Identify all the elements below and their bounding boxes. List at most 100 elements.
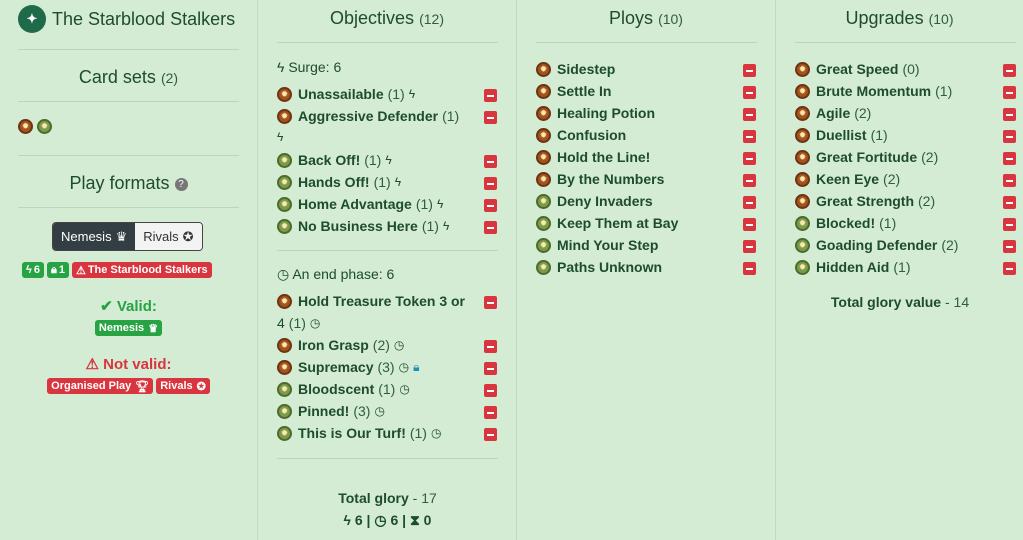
card-glory-count: (1) [373,174,391,190]
remove-card-button[interactable] [484,362,497,375]
objective-row[interactable]: ✹ Pinned! (3) ◷ [277,403,385,419]
objective-row[interactable]: ✹ Home Advantage (1) ϟ [277,196,443,212]
remove-card-button[interactable] [484,406,497,419]
objective-row[interactable]: ✹ Hold Treasure Token 3 or [277,293,465,309]
remove-card-button[interactable] [1003,218,1016,231]
ploy-row[interactable]: ✹ Paths Unknown [536,259,662,275]
card-set-green-icon: ✹ [795,215,810,231]
not-valid-format-badge: Organised Play 🏆︎ [47,378,154,394]
objective-row[interactable]: ✹ Supremacy (3) ◷ 🔒︎ [277,359,419,375]
remove-card-button[interactable] [484,340,497,353]
objective-row[interactable]: ✹ Back Off! (1) ϟ [277,152,392,168]
ploy-row[interactable]: ✹ Sidestep [536,61,615,77]
upgrade-row[interactable]: ✹ Keen Eye (2) [795,171,900,187]
remove-card-button[interactable] [1003,196,1016,209]
ploy-row[interactable]: ✹ Confusion [536,127,626,143]
card-set-orange-icon: ✹ [795,83,810,99]
remove-card-button[interactable] [743,64,756,77]
card-name: Agile [816,105,851,121]
card-set-orange-icon[interactable]: ✹ [18,119,33,134]
card-name: Blocked! [816,215,876,231]
remove-card-button[interactable] [484,155,497,168]
card-glory-count: (1) [364,152,382,168]
objectives-label: Objectives [330,8,415,28]
card-set-green-icon: ✹ [536,237,551,253]
upgrade-row[interactable]: ✹ Great Speed (0) [795,61,920,77]
surge-total: 6 [354,512,363,528]
upgrade-row[interactable]: ✹ Agile (2) [795,105,871,121]
remove-card-button[interactable] [743,86,756,99]
ploy-row[interactable]: ✹ Hold the Line! [536,149,650,165]
remove-card-button[interactable] [1003,262,1016,275]
format-rivals-button[interactable]: Rivals ✪ [135,223,202,250]
remove-card-button[interactable] [484,89,497,102]
card-name: Goading Defender [816,237,938,253]
objective-row[interactable]: ✹ No Business Here (1) ϟ [277,218,449,234]
upgrade-row[interactable]: ✹ Hidden Aid (1) [795,259,911,275]
ploy-row[interactable]: ✹ Settle In [536,83,611,99]
ploy-row[interactable]: ✹ Keep Them at Bay [536,215,678,231]
remove-card-button[interactable] [484,111,497,124]
remove-card-button[interactable] [743,130,756,143]
remove-card-button[interactable] [484,384,497,397]
question-circle-icon[interactable]: ? [174,178,188,191]
remove-card-button[interactable] [743,218,756,231]
ploy-row[interactable]: ✹ Mind Your Step [536,237,658,253]
card-set-orange-icon: ✹ [795,193,810,209]
objective-row[interactable]: ✹ Bloodscent (1) ◷ [277,381,410,397]
card-set-green-icon[interactable]: ✹ [37,119,52,134]
ploy-row[interactable]: ✹ By the Numbers [536,171,664,187]
remove-card-button[interactable] [1003,152,1016,165]
upgrade-row[interactable]: ✹ Brute Momentum (1) [795,83,952,99]
objective-row[interactable]: ✹ Hands Off! (1) ϟ [277,174,401,190]
remove-card-button[interactable] [1003,64,1016,77]
remove-card-button[interactable] [1003,174,1016,187]
objectives-breakdown: ϟ 6 | ◷ 6 | ⧗ 0 [343,512,432,528]
divider [795,42,1016,43]
warning-icon: ⚠ [75,264,86,277]
remove-card-button[interactable] [1003,86,1016,99]
remove-card-button[interactable] [1003,240,1016,253]
ploy-row[interactable]: ✹ Healing Potion [536,105,655,121]
format-nemesis-button[interactable]: Nemesis ♛ [53,223,136,250]
card-set-orange-icon: ✹ [536,171,551,187]
ploy-row[interactable]: ✹ Deny Invaders [536,193,653,209]
remove-card-button[interactable] [484,177,497,190]
card-set-orange-icon: ✹ [277,86,292,102]
upgrade-row[interactable]: ✹ Duellist (1) [795,127,888,143]
warband-header: ✦ The Starblood Stalkers [18,5,235,33]
upgrade-row[interactable]: ✹ Goading Defender (2) [795,237,958,253]
clock-icon: ◷ [430,426,442,440]
remove-card-button[interactable] [1003,130,1016,143]
upgrade-row[interactable]: ✹ Great Strength (2) [795,193,935,209]
remove-card-button[interactable] [484,296,497,309]
surge-heading-label: Surge: 6 [288,59,342,75]
objective-row[interactable]: ✹ This is Our Turf! (1) ◷ [277,425,441,441]
clock-icon: ◷ [374,512,387,528]
objective-row[interactable]: ✹ Aggressive Defender (1) [277,108,459,124]
objective-row[interactable]: ✹ Iron Grasp (2) ◷ [277,337,404,353]
upgrade-row[interactable]: ✹ Great Fortitude (2) [795,149,938,165]
objective-row[interactable]: 4 (1) ◷ [277,315,320,331]
remove-card-button[interactable] [743,108,756,121]
card-glory-count: (3) [353,403,371,419]
remove-card-button[interactable] [484,199,497,212]
remove-card-button[interactable] [1003,108,1016,121]
objective-row[interactable]: ✹ Unassailable (1) ϟ [277,86,415,102]
remove-card-button[interactable] [743,152,756,165]
lock-icon: 🔒︎ [50,263,57,276]
remove-card-button[interactable] [484,221,497,234]
card-name: Sidestep [557,61,616,77]
upgrade-row[interactable]: ✹ Blocked! (1) [795,215,896,231]
remove-card-button[interactable] [743,174,756,187]
remove-card-button[interactable] [743,196,756,209]
ploys-label: Ploys [609,8,654,28]
card-name: Hold Treasure Token 3 or [298,293,466,309]
remove-card-button[interactable] [743,262,756,275]
remove-card-button[interactable] [743,240,756,253]
lightning-icon: ϟ [277,59,285,75]
card-set-green-icon: ✹ [277,425,292,441]
lightning-icon: ϟ [277,130,284,144]
lightning-icon: ϟ [442,219,450,233]
remove-card-button[interactable] [484,428,497,441]
